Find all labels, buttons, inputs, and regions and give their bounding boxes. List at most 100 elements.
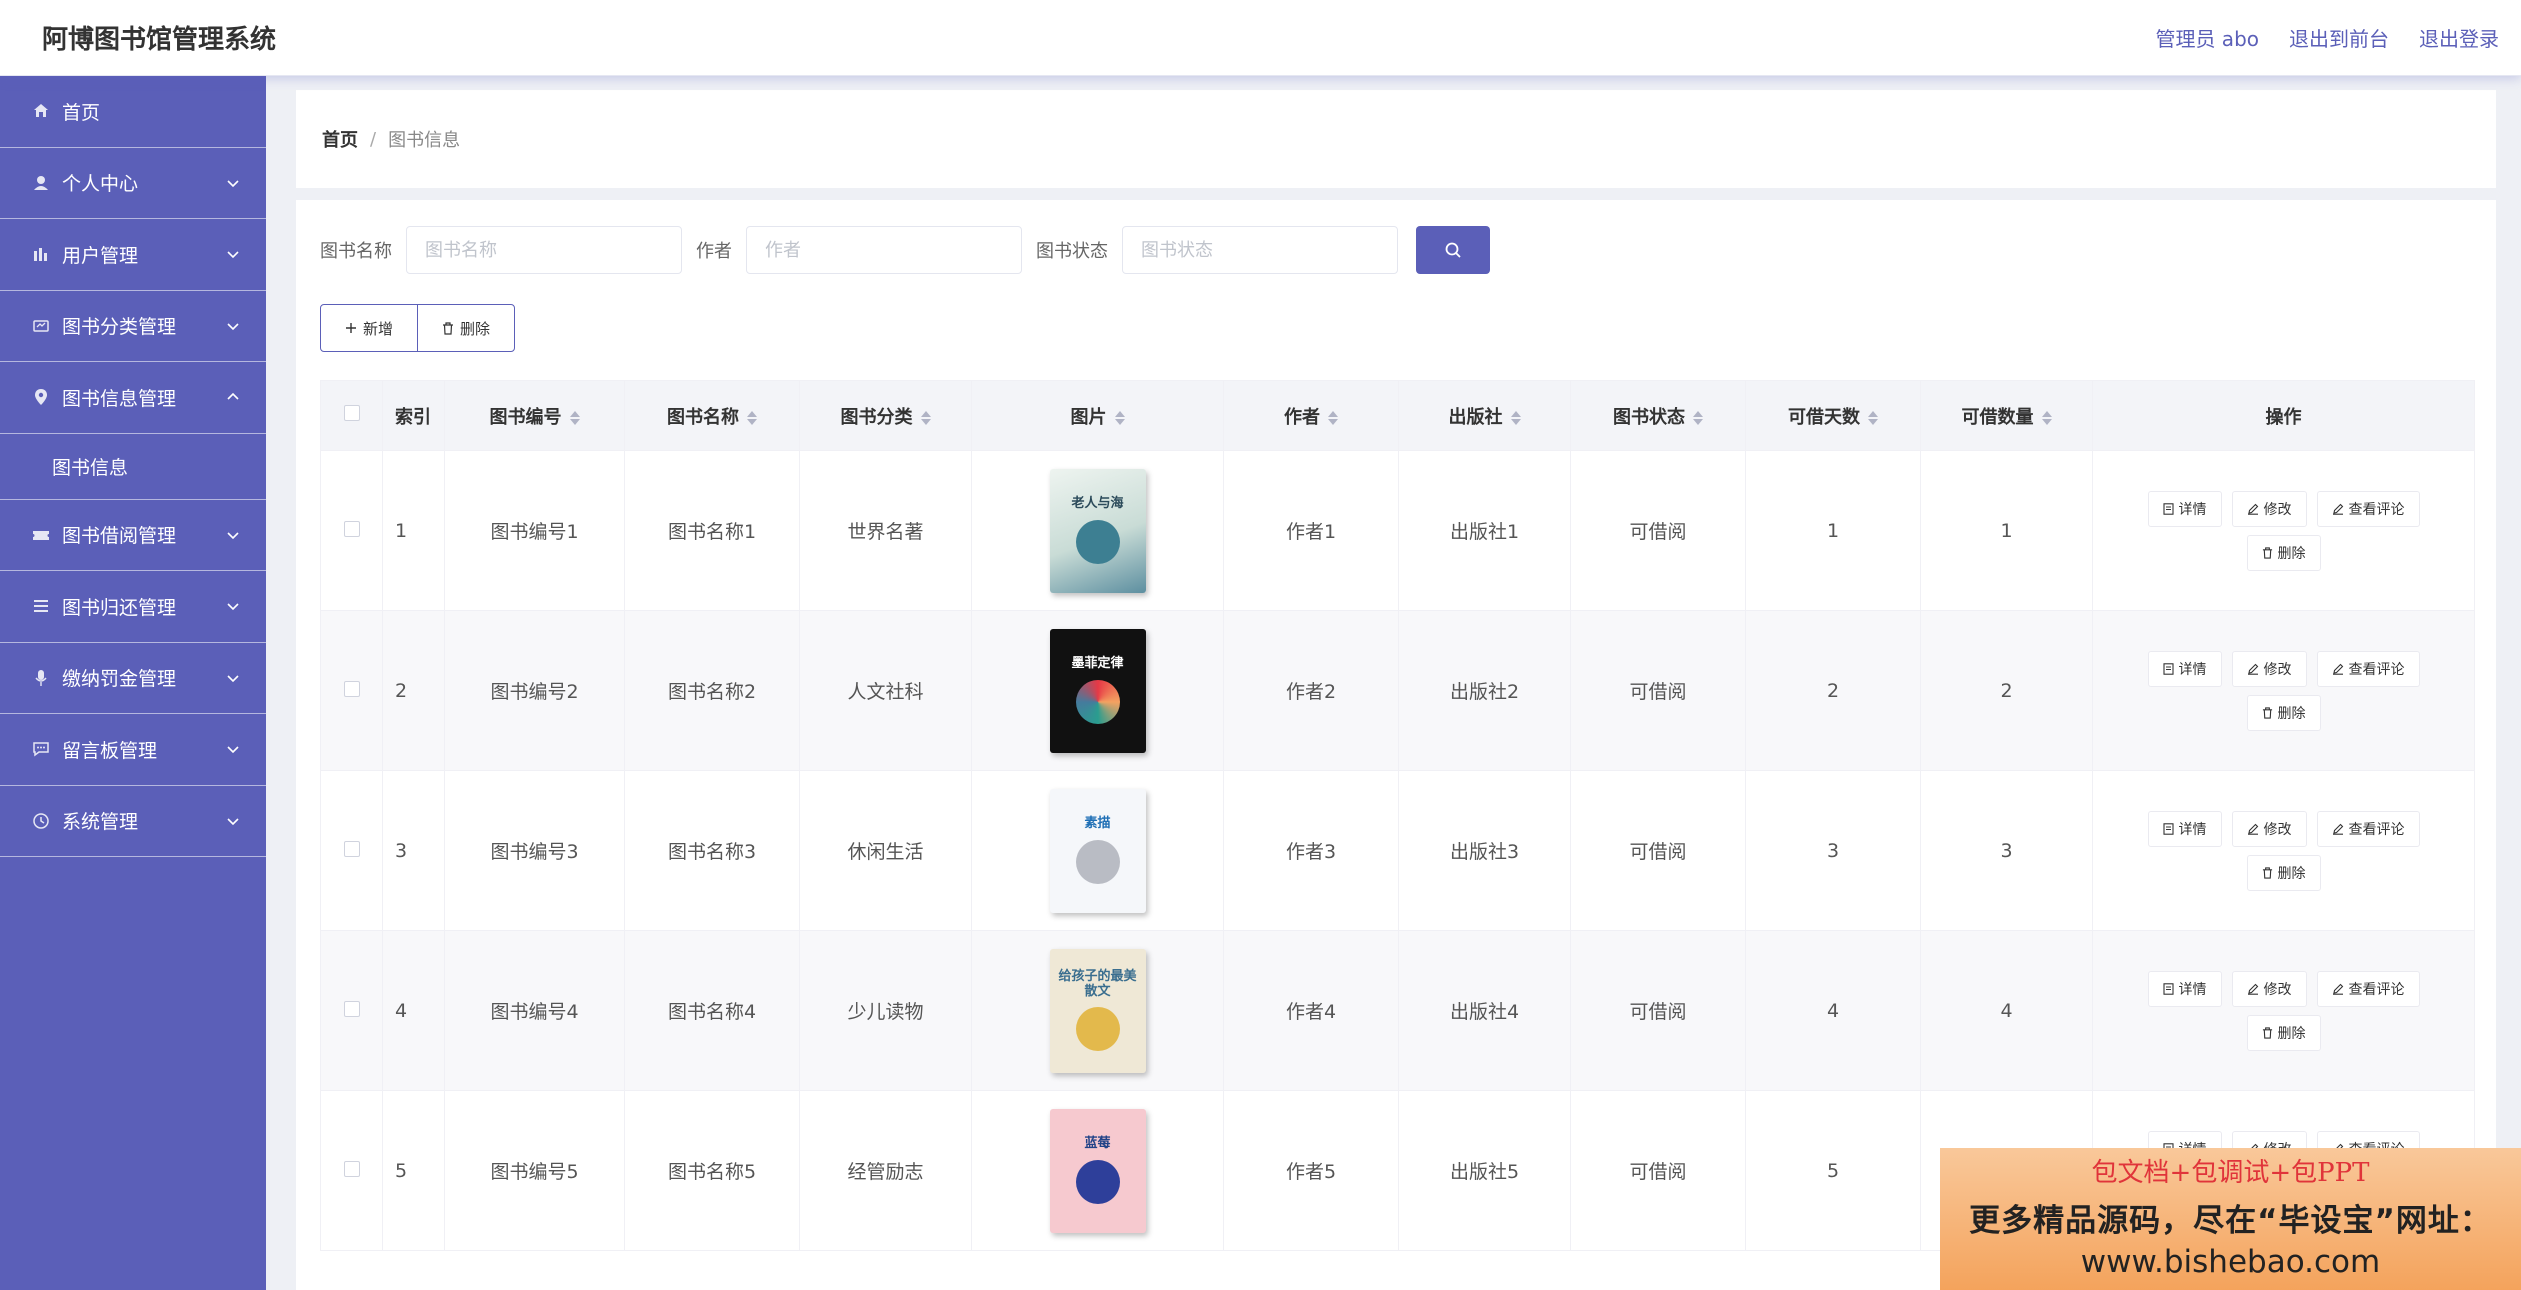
col-author[interactable]: 作者 <box>1223 380 1399 451</box>
view-comments-button[interactable]: 查看评论 <box>2316 970 2420 1007</box>
edit-button[interactable]: 修改 <box>2231 650 2307 687</box>
view-comments-button[interactable]: 查看评论 <box>2316 810 2420 847</box>
author-input[interactable] <box>746 226 1022 274</box>
exit-to-front-link[interactable]: 退出到前台 <box>2289 23 2389 52</box>
cell-code: 图书编号4 <box>444 930 625 1091</box>
sidebar-item-system-management[interactable]: 系统管理 <box>0 786 266 857</box>
sidebar-item-label: 图书分类管理 <box>62 316 177 339</box>
sort-icon[interactable] <box>569 410 580 426</box>
col-actions: 操作 <box>2092 380 2475 451</box>
row-delete-button[interactable]: 删除 <box>2246 854 2321 891</box>
cell-name: 图书名称5 <box>624 1090 800 1251</box>
cell-author: 作者4 <box>1223 930 1399 1091</box>
sort-icon[interactable] <box>1868 410 1878 426</box>
row-checkbox[interactable] <box>343 680 360 697</box>
book-name-input[interactable] <box>406 226 682 274</box>
cell-publisher: 出版社4 <box>1398 930 1571 1091</box>
view-comments-button[interactable]: 查看评论 <box>2316 490 2420 527</box>
row-select-cell <box>320 610 383 771</box>
col-label: 图书状态 <box>1613 406 1685 428</box>
cell-index: 2 <box>382 610 445 771</box>
col-label: 图书名称 <box>667 406 739 428</box>
sidebar-item-personal-center[interactable]: 个人中心 <box>0 148 266 219</box>
sort-icon[interactable] <box>1693 410 1703 426</box>
promo-line-1: 包文档+包调试+包PPT <box>2091 1158 2370 1188</box>
user-icon <box>30 172 52 194</box>
view-comments-button[interactable]: 查看评论 <box>2316 650 2420 687</box>
row-delete-button[interactable]: 删除 <box>2246 694 2321 731</box>
sidebar-item-message-board[interactable]: 留言板管理 <box>0 714 266 786</box>
col-days[interactable]: 可借天数 <box>1745 380 1921 451</box>
sort-icon[interactable] <box>920 410 931 426</box>
action-buttons: 新增 删除 <box>320 304 516 352</box>
menu-icon <box>30 595 52 617</box>
row-checkbox[interactable] <box>343 1160 360 1177</box>
cell-index: 4 <box>382 930 445 1091</box>
add-button[interactable]: 新增 <box>320 304 419 352</box>
sidebar-subitem-book-info[interactable]: 图书信息 <box>0 434 266 500</box>
cell-author: 作者1 <box>1223 450 1399 611</box>
chevron-down-icon <box>227 180 239 187</box>
sidebar-item-home[interactable]: 首页 <box>0 76 266 148</box>
row-checkbox[interactable] <box>343 520 360 537</box>
sidebar-item-borrow-management[interactable]: 图书借阅管理 <box>0 500 266 571</box>
row-delete-button[interactable]: 删除 <box>2246 1014 2321 1051</box>
sidebar-item-label: 系统管理 <box>62 811 139 834</box>
search-button[interactable] <box>1416 226 1490 274</box>
col-category[interactable]: 图书分类 <box>799 380 972 451</box>
sidebar-item-label: 个人中心 <box>62 173 139 196</box>
sidebar-item-book-info-management[interactable]: 图书信息管理 <box>0 362 266 434</box>
sidebar-item-return-management[interactable]: 图书归还管理 <box>0 571 266 643</box>
trash-icon <box>2262 706 2272 719</box>
col-status[interactable]: 图书状态 <box>1570 380 1746 451</box>
search-bar: 图书名称 作者 图书状态 <box>320 226 1490 274</box>
select-all-checkbox[interactable] <box>343 405 360 421</box>
trash-icon <box>443 321 454 335</box>
mic-icon <box>30 667 52 689</box>
col-publisher[interactable]: 出版社 <box>1398 380 1571 451</box>
header-links: 管理员 abo 退出到前台 退出登录 <box>2155 23 2499 52</box>
row-checkbox[interactable] <box>343 1000 360 1017</box>
breadcrumb-home[interactable]: 首页 <box>322 126 358 152</box>
sort-icon[interactable] <box>1114 410 1125 426</box>
edit-button[interactable]: 修改 <box>2231 490 2307 527</box>
edit-button[interactable]: 修改 <box>2231 970 2307 1007</box>
detail-button[interactable]: 详情 <box>2147 490 2222 527</box>
sidebar-item-fine-management[interactable]: 缴纳罚金管理 <box>0 643 266 714</box>
cell-category: 休闲生活 <box>799 770 972 931</box>
detail-button[interactable]: 详情 <box>2147 810 2222 847</box>
detail-button[interactable]: 详情 <box>2147 970 2222 1007</box>
row-select-cell <box>320 770 383 931</box>
book-cover-image: 老人与海 <box>1049 468 1146 593</box>
cell-image: 给孩子的最美散文 <box>971 930 1224 1091</box>
promo-line-3: www.bishebao.com <box>2080 1244 2381 1280</box>
row-checkbox[interactable] <box>343 840 360 857</box>
sort-icon[interactable] <box>2041 410 2052 426</box>
edit-icon <box>2332 663 2343 675</box>
batch-delete-button[interactable]: 删除 <box>417 304 516 352</box>
sidebar-item-user-management[interactable]: 用户管理 <box>0 219 266 291</box>
sort-icon[interactable] <box>1328 410 1338 426</box>
logout-link[interactable]: 退出登录 <box>2419 23 2499 52</box>
col-code[interactable]: 图书编号 <box>444 380 625 451</box>
breadcrumb: 首页 / 图书信息 <box>296 90 2496 188</box>
admin-user-link[interactable]: 管理员 abo <box>2155 23 2259 52</box>
row-delete-button[interactable]: 删除 <box>2246 534 2321 571</box>
sidebar-item-label: 图书借阅管理 <box>62 525 177 548</box>
sort-icon[interactable] <box>1510 410 1521 426</box>
detail-button-label: 详情 <box>2178 501 2207 518</box>
col-qty[interactable]: 可借数量 <box>1920 380 2093 451</box>
cell-days: 3 <box>1745 770 1921 931</box>
sort-icon[interactable] <box>747 410 757 426</box>
col-image[interactable]: 图片 <box>971 380 1224 451</box>
chevron-down-icon <box>227 675 239 682</box>
edit-button[interactable]: 修改 <box>2231 810 2307 847</box>
cell-status: 可借阅 <box>1570 1090 1746 1251</box>
col-name[interactable]: 图书名称 <box>624 380 800 451</box>
view-comments-label: 查看评论 <box>2348 821 2405 838</box>
sidebar-item-category-management[interactable]: 图书分类管理 <box>0 291 266 362</box>
row-delete-label: 删除 <box>2277 865 2306 882</box>
coupon-icon <box>30 524 52 546</box>
detail-button[interactable]: 详情 <box>2147 650 2222 687</box>
book-status-input[interactable] <box>1122 226 1398 274</box>
